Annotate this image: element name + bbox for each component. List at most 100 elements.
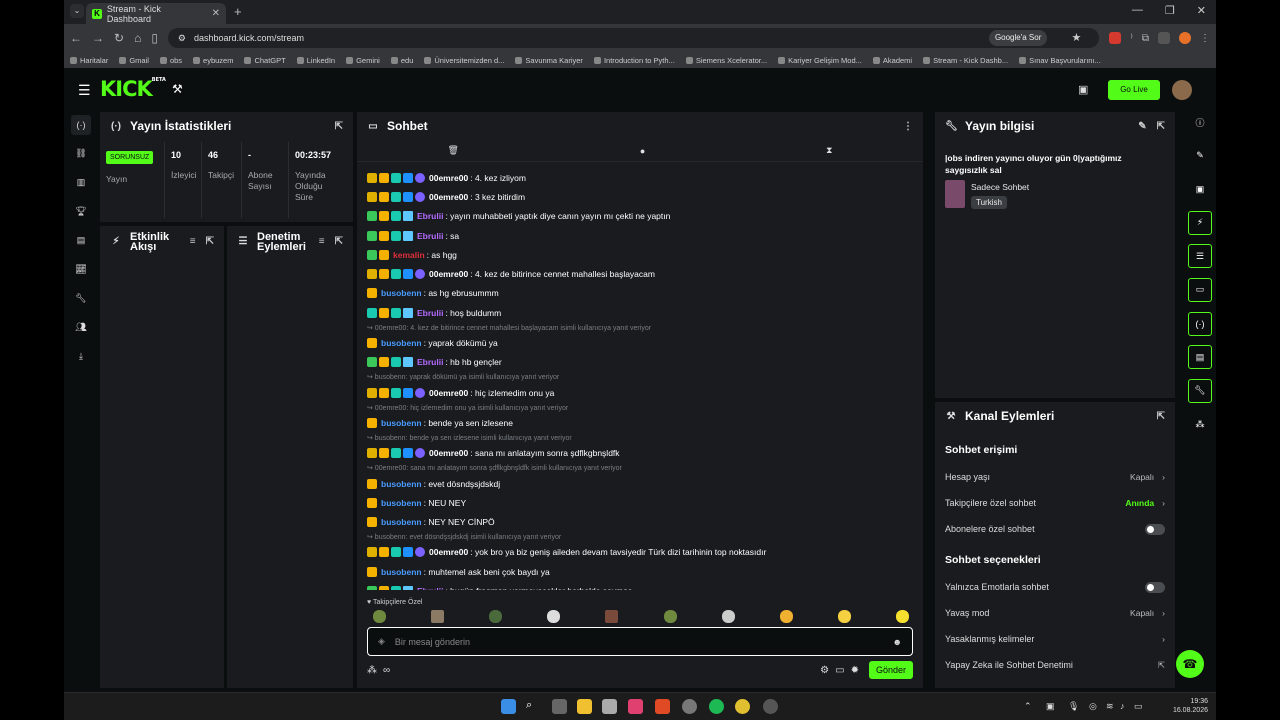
gift-icon[interactable]: ⁂ <box>367 665 377 676</box>
emote-icon[interactable] <box>779 610 793 623</box>
file-explorer-icon[interactable] <box>577 699 592 714</box>
chat-username[interactable]: 00emre00 <box>429 388 468 398</box>
nav-video-icon[interactable]: ▤ <box>64 226 98 255</box>
bookmark-item[interactable]: obs <box>159 56 182 65</box>
task-view-icon[interactable] <box>552 699 567 714</box>
sidepanel-icon[interactable]: ▯ <box>151 31 158 45</box>
chat-username[interactable]: 00emre00 <box>429 173 468 183</box>
microphone-icon[interactable]: 🎙︎ <box>1068 701 1079 712</box>
emote-icon[interactable] <box>547 610 561 623</box>
badge-icon[interactable]: ✹ <box>851 665 859 676</box>
extensions-puzzle-icon[interactable]: ⧉ <box>1142 33 1149 44</box>
google-ask-button[interactable]: Google'a Sor <box>988 30 1048 46</box>
chat-username[interactable]: busobenn <box>381 288 422 298</box>
popout-icon[interactable]: ⇱ <box>335 121 343 132</box>
popout-icon[interactable]: ⇱ <box>1157 411 1165 422</box>
chat-username[interactable]: Ebrulii <box>417 231 443 241</box>
restore-icon[interactable]: ❐ <box>1165 4 1175 17</box>
chat-username[interactable]: busobenn <box>381 567 422 577</box>
battery-icon[interactable]: ▭ <box>1134 701 1143 712</box>
bookmark-item[interactable]: Savunma Kariyer <box>515 56 583 65</box>
nav-download-icon[interactable]: ⤓ <box>64 342 98 371</box>
github-icon[interactable] <box>763 699 778 714</box>
emote-icon[interactable] <box>837 610 851 623</box>
nav-stream[interactable]: (·) <box>64 110 98 139</box>
settings-icon[interactable]: ⚙ <box>820 665 829 676</box>
slow-mode-row[interactable]: Yavaş mod Kapalı › <box>935 600 1175 626</box>
brave-icon[interactable] <box>655 699 670 714</box>
downloads-icon[interactable] <box>1158 32 1170 44</box>
volume-icon[interactable]: ♪ <box>1120 701 1125 711</box>
site-info-icon[interactable]: ⚙ <box>178 33 186 44</box>
forward-icon[interactable]: → <box>92 31 104 45</box>
chat-username[interactable]: busobenn <box>381 338 422 348</box>
emote-icon[interactable] <box>605 610 619 623</box>
message-icon[interactable]: ▭ <box>835 665 844 676</box>
back-icon[interactable]: ← <box>70 31 82 45</box>
info-icon[interactable]: ⓘ <box>1188 110 1212 134</box>
kick-logo[interactable]: KICKBETA <box>100 77 166 101</box>
account-age-row[interactable]: Hesap yaşı Kapalı › <box>935 464 1175 490</box>
bookmark-item[interactable]: ChatGPT <box>244 56 286 65</box>
activity-lightning-icon[interactable]: ⚡︎ <box>1188 210 1212 235</box>
edit-icon[interactable]: ✎ <box>1188 144 1212 168</box>
more-icon[interactable]: ⋮ <box>903 121 913 132</box>
nav-chart-icon[interactable]: ▥ <box>64 168 98 197</box>
infinity-icon[interactable]: ∞ <box>383 665 390 676</box>
extension-icon[interactable]: ⁾ <box>1130 33 1132 44</box>
emote-icon[interactable] <box>431 610 445 623</box>
bookmark-item[interactable]: Gemini <box>346 56 380 65</box>
chat-username[interactable]: Ebrulii <box>417 211 443 221</box>
emote-icon[interactable] <box>373 610 386 623</box>
bookmark-item[interactable]: eybuzem <box>193 56 233 65</box>
nav-analytics-icon[interactable]: 📈︎ <box>64 255 98 284</box>
nav-team-icon[interactable]: 👥︎ <box>64 313 98 342</box>
browser-tab[interactable]: K Stream - Kick Dashboard ✕ <box>86 3 226 24</box>
search-icon[interactable]: ⌕ <box>526 699 541 714</box>
emotes-only-toggle[interactable] <box>1145 581 1165 593</box>
bookmark-item[interactable]: Üniversitemizden d... <box>424 56 504 65</box>
bookmark-item[interactable]: Siemens Xcelerator... <box>685 56 767 65</box>
extension-icon[interactable] <box>1109 32 1122 44</box>
bookmark-star-icon[interactable]: ★ <box>1072 31 1082 44</box>
go-live-button[interactable]: Go Live <box>1108 80 1160 100</box>
chat-username[interactable]: Ebrulii <box>417 308 443 318</box>
chat-username[interactable]: busobenn <box>381 517 422 527</box>
bookmark-item[interactable]: Introduction to Pyth... <box>593 56 675 65</box>
popout-icon[interactable]: ⇱ <box>335 237 343 247</box>
app-icon[interactable] <box>602 699 617 714</box>
followers-only-row[interactable]: Takipçilere özel sohbet Anında › <box>935 490 1175 516</box>
chat-username[interactable]: busobenn <box>381 479 422 489</box>
edit-icon[interactable]: ✎ <box>1138 121 1146 132</box>
tray-app-icon[interactable]: ◎ <box>1089 701 1097 712</box>
start-icon[interactable] <box>501 699 516 714</box>
video-icon[interactable]: ▣ <box>1188 177 1212 201</box>
bookmark-item[interactable]: Stream - Kick Dashb... <box>923 56 1008 65</box>
bookmark-item[interactable]: edu <box>390 56 413 65</box>
emoji-icon[interactable]: ☻ <box>893 637 902 647</box>
home-icon[interactable]: ⌂ <box>134 31 141 45</box>
menu-dots-icon[interactable]: ⋮ <box>1200 33 1210 44</box>
chat-bubble-icon[interactable]: ● <box>640 146 645 156</box>
spotify-icon[interactable] <box>709 699 724 714</box>
emote-icon[interactable] <box>489 610 503 623</box>
chat-username[interactable]: busobenn <box>381 498 422 508</box>
clock[interactable]: 19:36 16.08.2026 <box>1173 697 1208 715</box>
filter-icon[interactable]: ≡ <box>190 237 196 247</box>
more-widgets-icon[interactable]: ⁂ <box>1188 412 1212 436</box>
close-tab-icon[interactable]: ✕ <box>212 8 220 19</box>
chat-username[interactable]: 00emre00 <box>429 448 468 458</box>
banned-words-row[interactable]: Yasaklanmış kelimeler › <box>935 626 1175 652</box>
bookmark-item[interactable]: Sınav Başvurularını... <box>1019 56 1101 65</box>
moderation-list-icon[interactable]: ☰ <box>1188 244 1212 269</box>
emote-icon[interactable] <box>663 610 677 623</box>
close-window-icon[interactable]: ✕ <box>1197 4 1206 17</box>
chat-username[interactable]: busobenn <box>381 418 422 428</box>
app-icon[interactable] <box>628 699 643 714</box>
chat-toggle-icon[interactable]: ▭ <box>1188 277 1212 302</box>
chat-input[interactable]: ◈ Bir mesaj gönderin ☻ <box>367 627 913 656</box>
tray-chevron-icon[interactable]: ⌃ <box>1024 701 1032 712</box>
ai-moderation-row[interactable]: Yapay Zeka ile Sohbet Denetimi ⇱ <box>935 652 1175 678</box>
bookmark-item[interactable]: Akademi <box>872 56 912 65</box>
minimize-icon[interactable]: — <box>1132 4 1143 17</box>
